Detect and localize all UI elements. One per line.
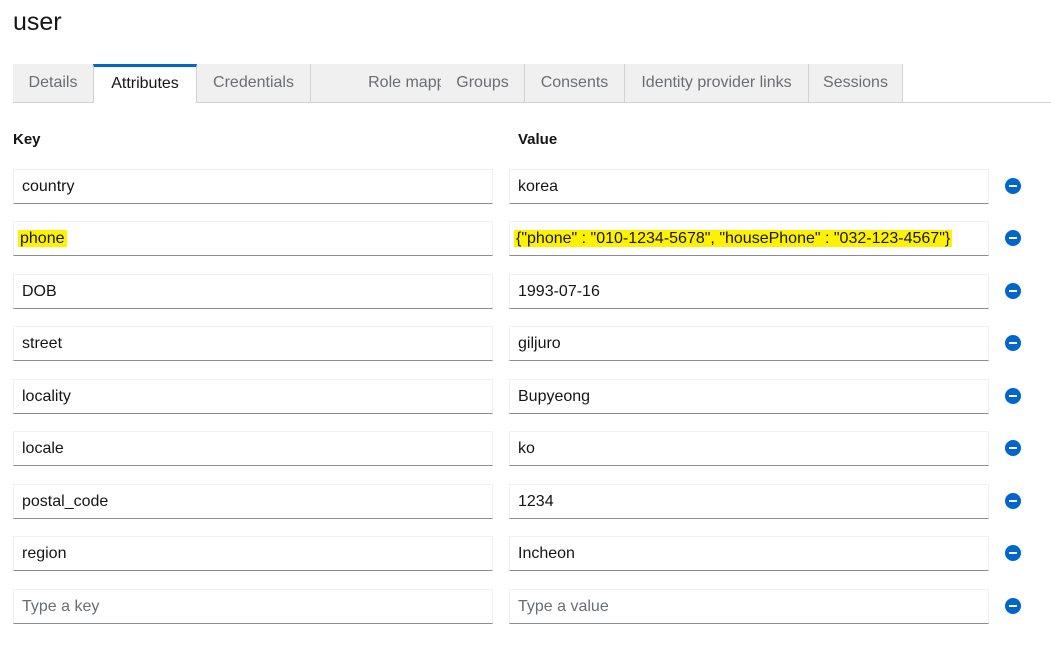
tab-bar: Details Attributes Credentials Role mapp… [13,64,1051,103]
attribute-value-input[interactable]: 1993-07-16 [509,274,989,309]
remove-attribute-icon[interactable] [1005,283,1021,299]
attribute-value-input[interactable]: Incheon [509,536,989,571]
remove-attribute-icon[interactable] [1005,178,1021,194]
tab-credentials[interactable]: Credentials [197,64,311,102]
tab-identity-provider-links[interactable]: Identity provider links [625,64,809,102]
attribute-value-input[interactable]: ko [509,431,989,466]
new-value-input[interactable]: Type a value [509,589,989,624]
attribute-key-input[interactable]: postal_code [13,484,493,519]
highlighted-value-text: {"phone" : "010-1234-5678", "housePhone"… [514,230,953,247]
tab-sessions[interactable]: Sessions [809,64,903,102]
remove-attribute-icon[interactable] [1005,388,1021,404]
remove-attribute-icon[interactable] [1005,545,1021,561]
attribute-key-input[interactable]: region [13,536,493,571]
tab-consents[interactable]: Consents [525,64,625,102]
tab-attributes[interactable]: Attributes [93,64,197,103]
value-column-header: Value [518,131,558,148]
attribute-key-input[interactable]: phone [13,221,493,256]
tab-details[interactable]: Details [13,64,94,102]
attribute-key-input[interactable]: DOB [13,274,493,309]
attribute-value-input[interactable]: Bupyeong [509,379,989,414]
key-column-header: Key [13,131,41,148]
remove-attribute-icon[interactable] [1005,440,1021,456]
new-key-input[interactable]: Type a key [13,589,493,624]
highlighted-key-text: phone [18,230,67,247]
remove-attribute-icon[interactable] [1005,598,1021,614]
attribute-key-input[interactable]: street [13,326,493,361]
attribute-key-input[interactable]: country [13,169,493,204]
attribute-key-input[interactable]: locale [13,431,493,466]
attribute-value-input[interactable]: {"phone" : "010-1234-5678", "housePhone"… [509,221,989,256]
attribute-key-input[interactable]: locality [13,379,493,414]
page-title: user [13,8,62,36]
attribute-value-input[interactable]: giljuro [509,326,989,361]
attribute-value-input[interactable]: korea [509,169,989,204]
remove-attribute-icon[interactable] [1005,493,1021,509]
remove-attribute-icon[interactable] [1005,335,1021,351]
attribute-value-input[interactable]: 1234 [509,484,989,519]
remove-attribute-icon[interactable] [1005,230,1021,246]
tab-groups[interactable]: Groups [441,64,525,102]
